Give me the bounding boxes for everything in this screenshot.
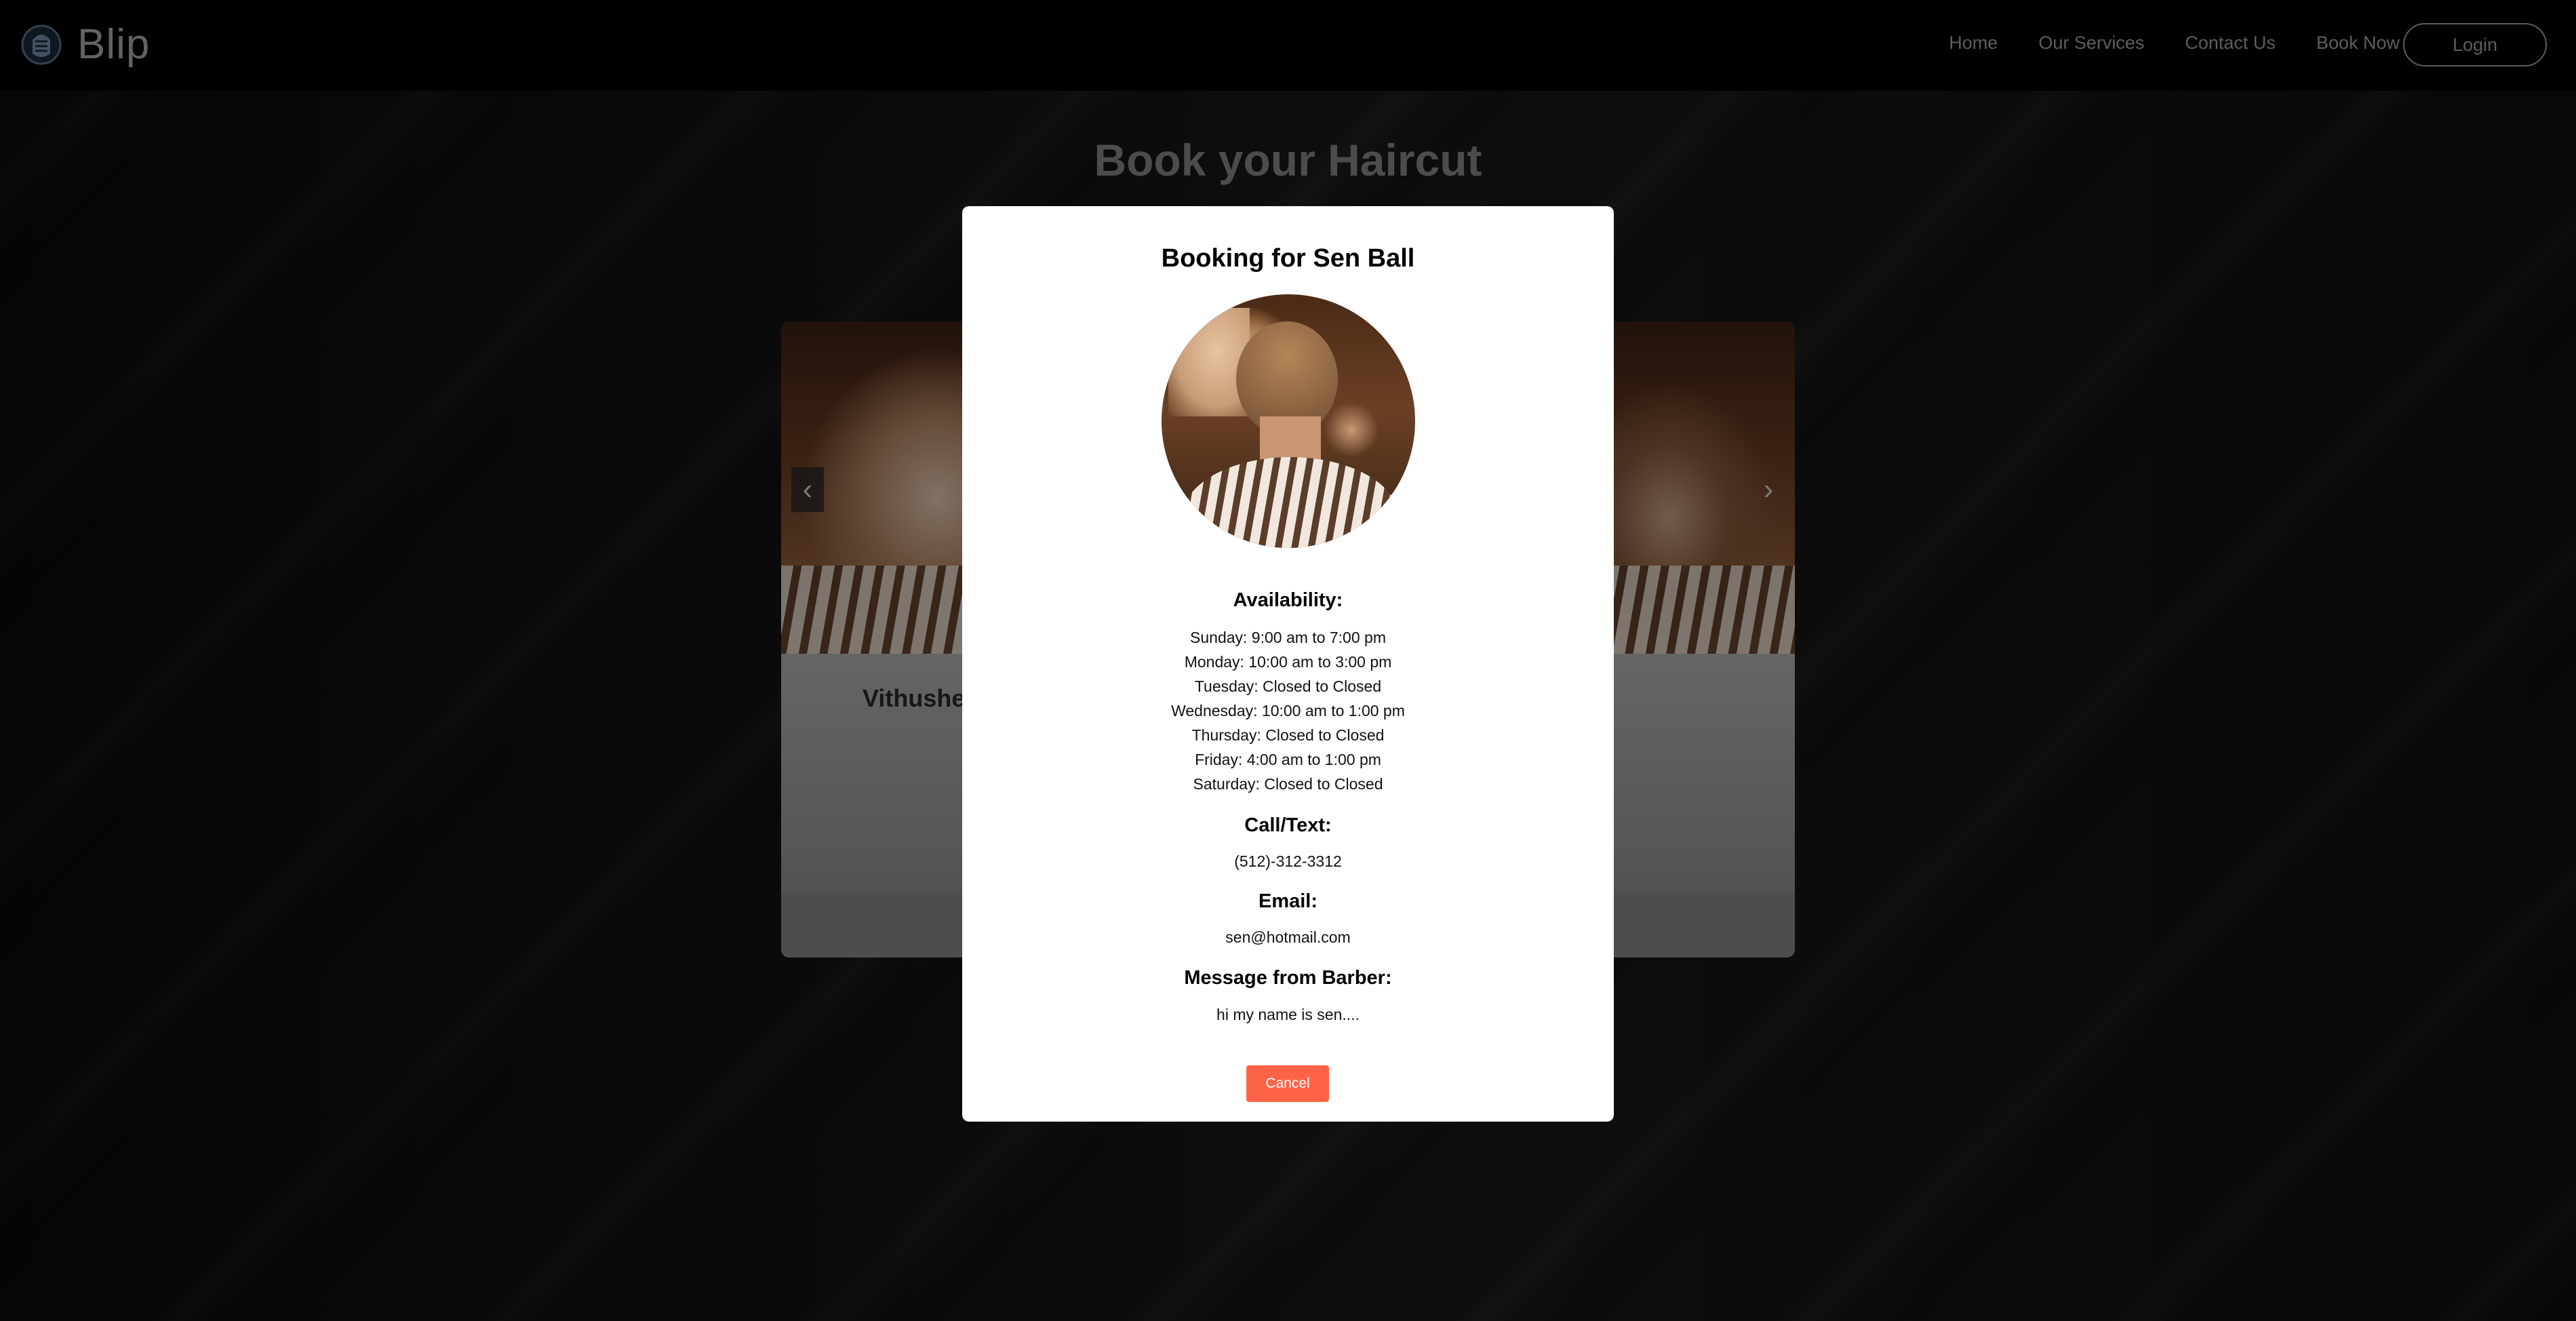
phone-number: (512)-312-3312 bbox=[1234, 852, 1342, 870]
booking-modal: Booking for Sen Ball Availability: Sunda… bbox=[962, 206, 1614, 1122]
call-heading: Call/Text: bbox=[1244, 814, 1332, 836]
availability-heading: Availability: bbox=[1233, 589, 1343, 611]
availability-wednesday: Wednesday: 10:00 am to 1:00 pm bbox=[1171, 702, 1405, 719]
cancel-button[interactable]: Cancel bbox=[1246, 1065, 1329, 1102]
availability-sunday: Sunday: 9:00 am to 7:00 pm bbox=[1190, 629, 1386, 646]
barber-avatar bbox=[1162, 294, 1415, 548]
availability-thursday: Thursday: Closed to Closed bbox=[1191, 726, 1385, 744]
barber-message: hi my name is sen.... bbox=[1216, 1006, 1360, 1023]
availability-tuesday: Tuesday: Closed to Closed bbox=[1194, 677, 1382, 695]
email-heading: Email: bbox=[1258, 890, 1318, 912]
modal-title: Booking for Sen Ball bbox=[1161, 244, 1415, 273]
message-heading: Message from Barber: bbox=[1184, 967, 1392, 989]
availability-monday: Monday: 10:00 am to 3:00 pm bbox=[1184, 653, 1392, 671]
email-address: sen@hotmail.com bbox=[1225, 928, 1351, 946]
availability-friday: Friday: 4:00 am to 1:00 pm bbox=[1195, 751, 1381, 768]
availability-saturday: Saturday: Closed to Closed bbox=[1193, 775, 1383, 793]
